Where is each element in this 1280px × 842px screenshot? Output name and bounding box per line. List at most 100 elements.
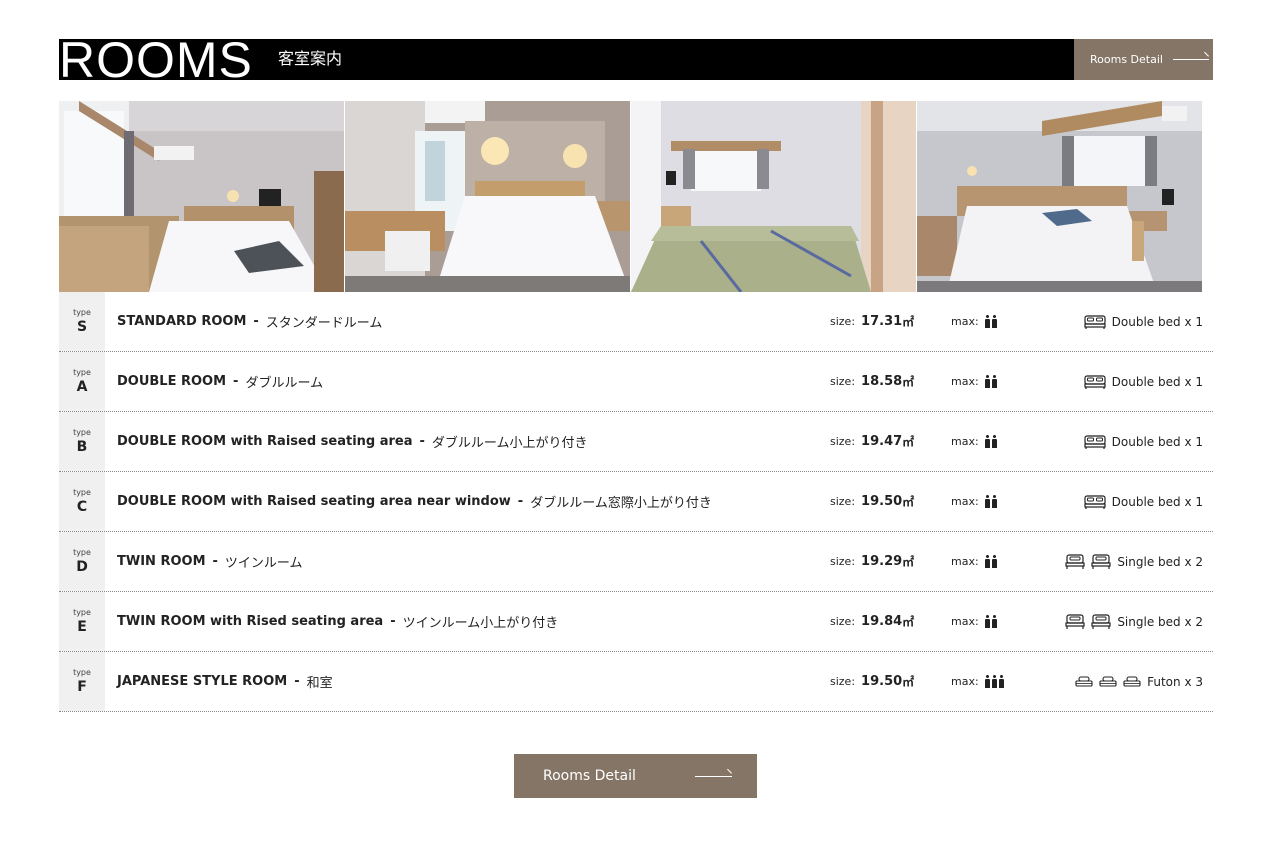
room-size-value: 19.47 — [861, 434, 903, 449]
room-row-c[interactable]: type C DOUBLE ROOM with Raised seating are… — [59, 472, 1213, 532]
twin-room-photo[interactable] — [917, 101, 1202, 292]
double-bed-icon — [1084, 494, 1106, 509]
room-max-persons — [984, 675, 1004, 688]
room-type-label: type — [73, 427, 91, 437]
room-name-en: JAPANESE STYLE ROOM — [117, 674, 288, 689]
single-bed-icon — [1091, 614, 1111, 629]
room-name-en: TWIN ROOM with Rised seating area — [117, 614, 384, 629]
room-size-label: size: — [830, 375, 856, 388]
room-row-e[interactable]: type E TWIN ROOM with Rised seating area - ツ… — [59, 592, 1213, 652]
room-type-label: type — [73, 667, 91, 677]
room-bed-icons — [1084, 494, 1106, 509]
room-name-jp: ツインルーム — [224, 556, 303, 571]
room-max-occupancy: max: — [951, 352, 997, 411]
room-max-label: max: — [951, 375, 979, 388]
room-size: size: 19.50 ㎡ — [830, 472, 914, 531]
room-name-jp: ダブルルーム小上がり付き — [431, 436, 588, 451]
room-type-cell: type A — [59, 352, 105, 411]
person-icon — [991, 435, 997, 448]
room-type-label: type — [73, 547, 91, 557]
double-room-photo[interactable] — [345, 101, 630, 292]
room-name: TWIN ROOM with Rised seating area - ツインルーム… — [117, 592, 558, 651]
double-bed-icon — [1084, 434, 1106, 449]
room-bed-icons — [1084, 374, 1106, 389]
room-max-occupancy: max: — [951, 412, 997, 471]
room-name: DOUBLE ROOM with Raised seating area - ダブル… — [117, 412, 588, 471]
room-max-label: max: — [951, 435, 979, 448]
room-bed-text: Double bed x 1 — [1111, 374, 1203, 389]
room-max-persons — [984, 495, 997, 508]
person-icon — [984, 375, 990, 388]
single-bed-icon — [1065, 614, 1085, 629]
person-icon — [991, 495, 997, 508]
room-name-separator: - — [233, 374, 239, 389]
room-name-jp: 和室 — [306, 676, 333, 691]
rooms-detail-button[interactable]: Rooms Detail — [514, 754, 757, 798]
room-name-en: DOUBLE ROOM with Raised seating area nea… — [117, 494, 511, 509]
futon-icon — [1075, 676, 1093, 687]
room-type-cell: type E — [59, 592, 105, 651]
room-name-separator: - — [390, 614, 396, 629]
japanese-style-room-photo[interactable] — [631, 101, 916, 292]
room-row-f[interactable]: type F JAPANESE STYLE ROOM - 和室 size: 19.50 ㎡ ma… — [59, 652, 1213, 712]
room-size-label: size: — [830, 435, 856, 448]
person-icon — [991, 555, 997, 568]
room-size-unit: ㎡ — [902, 435, 915, 449]
room-type-code: C — [76, 498, 88, 515]
room-max-label: max: — [951, 555, 979, 568]
room-size-value: 17.31 — [861, 314, 903, 329]
room-size-value: 19.29 — [861, 554, 903, 569]
room-max-persons — [984, 435, 997, 448]
room-size-unit: ㎡ — [902, 315, 915, 329]
rooms-detail-header-button[interactable]: Rooms Detail — [1074, 39, 1213, 80]
section-subtitle: 客室案内 — [278, 49, 343, 68]
room-type-cell: type F — [59, 652, 105, 711]
room-bed-info: Futon x 3 — [1075, 652, 1203, 711]
room-name: DOUBLE ROOM with Raised seating area nea… — [117, 472, 712, 531]
room-size-value: 19.50 — [861, 494, 903, 509]
room-max-persons — [984, 315, 997, 328]
room-max-label: max: — [951, 675, 979, 688]
room-size-unit: ㎡ — [902, 375, 915, 389]
room-type-cell: type S — [59, 292, 105, 351]
room-size: size: 18.58 ㎡ — [830, 352, 914, 411]
room-name: JAPANESE STYLE ROOM - 和室 — [117, 652, 333, 711]
room-name-jp: ダブルルーム — [245, 376, 324, 391]
room-max-persons — [984, 615, 997, 628]
room-bed-text: Single bed x 2 — [1117, 554, 1203, 569]
room-name-separator: - — [294, 674, 300, 689]
room-bed-icons — [1084, 434, 1106, 449]
room-row-a[interactable]: type A DOUBLE ROOM - ダブルルーム size: 18.58 ㎡ max: Do… — [59, 352, 1213, 412]
room-bed-info: Double bed x 1 — [1084, 352, 1203, 411]
rooms-header: ROOMS 客室案内 Rooms Detail — [59, 33, 1213, 87]
room-type-cell: type C — [59, 472, 105, 531]
room-type-code: S — [76, 318, 88, 335]
room-bed-text: Double bed x 1 — [1111, 314, 1203, 329]
room-max-label: max: — [951, 315, 979, 328]
room-bed-info: Single bed x 2 — [1065, 592, 1203, 651]
room-bed-info: Double bed x 1 — [1084, 472, 1203, 531]
room-size-value: 19.50 — [861, 674, 903, 689]
room-name-en: TWIN ROOM — [117, 554, 206, 569]
room-bed-info: Double bed x 1 — [1084, 292, 1203, 351]
room-row-b[interactable]: type B DOUBLE ROOM with Raised seating are… — [59, 412, 1213, 472]
room-size-label: size: — [830, 495, 856, 508]
room-max-occupancy: max: — [951, 592, 997, 651]
room-name: TWIN ROOM - ツインルーム — [117, 532, 303, 591]
room-max-occupancy: max: — [951, 532, 997, 591]
futon-icon — [1099, 676, 1117, 687]
room-bed-icons — [1065, 554, 1111, 569]
room-name-separator: - — [419, 434, 425, 449]
room-name-separator: - — [253, 314, 259, 329]
room-bed-icons — [1084, 314, 1106, 329]
room-bed-text: Double bed x 1 — [1111, 494, 1203, 509]
room-max-occupancy: max: — [951, 292, 997, 351]
room-row-s[interactable]: type S STANDARD ROOM - スタンダードルーム size: 17.31 ㎡ m… — [59, 292, 1213, 352]
room-row-d[interactable]: type D TWIN ROOM - ツインルーム size: 19.29 ㎡ max: Sing… — [59, 532, 1213, 592]
room-type-code: F — [77, 678, 87, 695]
room-max-occupancy: max: — [951, 472, 997, 531]
room-size-label: size: — [830, 315, 856, 328]
standard-room-photo[interactable] — [59, 101, 344, 292]
room-name-en: DOUBLE ROOM — [117, 374, 227, 389]
room-name-separator: - — [517, 494, 524, 509]
